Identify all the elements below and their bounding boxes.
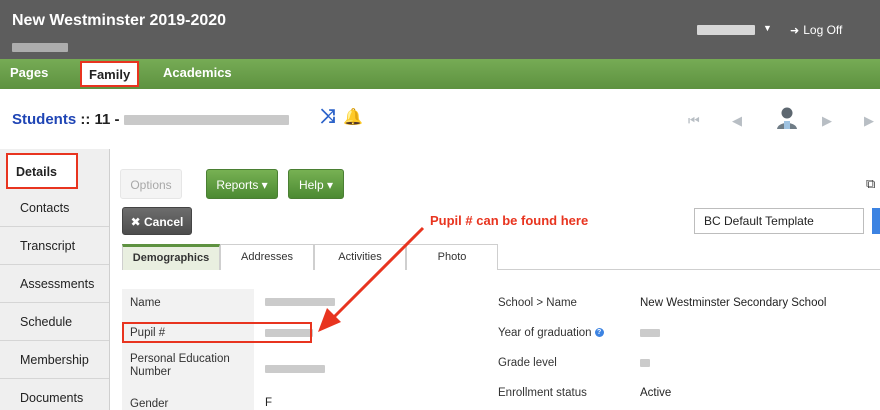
- side-item-schedule[interactable]: Schedule: [0, 303, 109, 341]
- account-menu[interactable]: [697, 25, 755, 35]
- app-title: New Westminster 2019-2020: [12, 12, 227, 29]
- first-record-icon[interactable]: ⏮: [688, 113, 700, 129]
- side-item-details[interactable]: Details: [6, 153, 78, 189]
- grade-level-label: Grade level: [498, 357, 557, 369]
- side-item-transcript[interactable]: Transcript: [0, 227, 109, 265]
- template-select-button[interactable]: [872, 208, 880, 234]
- gender-value: F: [265, 397, 273, 409]
- subtab-bar: Demographics Addresses Activities Photo: [122, 244, 880, 270]
- logoff-icon: ➜: [790, 25, 800, 37]
- top-tab-bar: Pages Family Academics: [0, 59, 880, 89]
- name-label: Name: [130, 297, 161, 309]
- template-select[interactable]: BC Default Template: [694, 208, 864, 234]
- reports-button[interactable]: Reports ▾: [206, 169, 278, 199]
- bell-icon[interactable]: 🔔: [343, 107, 363, 127]
- pen-label: Personal Education Number: [130, 353, 230, 378]
- subtab-demographics[interactable]: Demographics: [122, 244, 220, 270]
- last-record-icon[interactable]: ▶: [864, 113, 874, 129]
- gender-label: Gender: [130, 398, 169, 410]
- help-button[interactable]: Help ▾: [288, 169, 344, 199]
- person-icon[interactable]: [776, 106, 798, 130]
- year-of-graduation-label-text: Year of graduation: [498, 327, 592, 339]
- next-record-icon[interactable]: ▶: [822, 113, 832, 129]
- user-name-redacted: [12, 43, 68, 52]
- side-item-contacts[interactable]: Contacts: [0, 189, 109, 227]
- main-content: Options Reports ▾ Help ▾ ⧉ ✖ Cancel Pupi…: [110, 149, 880, 410]
- grade-level-value-redacted: [640, 359, 650, 367]
- side-nav: Details Contacts Transcript Assessments …: [0, 149, 110, 410]
- enrollment-status-value: Active: [640, 387, 672, 399]
- subtab-photo[interactable]: Photo: [406, 244, 498, 270]
- page-title: Students :: 11 -: [12, 111, 289, 128]
- logoff-label: Log Off: [803, 23, 843, 37]
- page-title-row: Students :: 11 - ⤨ 🔔 ⏮ ◀ ▶ ▶: [0, 89, 880, 149]
- tab-pages[interactable]: Pages: [10, 65, 48, 80]
- pop-out-icon[interactable]: ⧉: [866, 176, 875, 192]
- cancel-button[interactable]: ✖ Cancel: [122, 207, 192, 235]
- title-separator: :: 11 -: [76, 111, 120, 128]
- chevron-down-icon[interactable]: ▼: [763, 23, 772, 33]
- side-item-documents[interactable]: Documents: [0, 379, 109, 410]
- info-icon[interactable]: ?: [594, 328, 604, 338]
- student-name-redacted: [123, 115, 289, 126]
- school-name-label: School > Name: [498, 297, 577, 309]
- students-link[interactable]: Students: [12, 111, 76, 128]
- year-of-graduation-label: Year of graduation?: [498, 327, 604, 339]
- tab-family[interactable]: Family: [80, 61, 140, 87]
- side-item-assessments[interactable]: Assessments: [0, 265, 109, 303]
- pen-value-redacted: [265, 365, 325, 373]
- logoff-link[interactable]: ➜ Log Off: [790, 23, 842, 37]
- subtab-addresses[interactable]: Addresses: [220, 244, 314, 270]
- name-value-redacted: [265, 298, 335, 306]
- shuffle-icon[interactable]: ⤨: [320, 106, 335, 128]
- options-button[interactable]: Options: [120, 169, 182, 199]
- tab-academics[interactable]: Academics: [163, 65, 232, 80]
- previous-record-icon[interactable]: ◀: [732, 113, 742, 129]
- school-name-value: New Westminster Secondary School: [640, 297, 827, 309]
- side-item-membership[interactable]: Membership: [0, 341, 109, 379]
- app-window: New Westminster 2019-2020 ▼ ➜ Log Off Pag…: [0, 0, 880, 410]
- pupil-number-highlight: [122, 322, 312, 343]
- year-of-graduation-value-redacted: [640, 329, 660, 337]
- annotation-callout: Pupil # can be found here: [430, 213, 589, 228]
- enrollment-status-label: Enrollment status: [498, 387, 587, 399]
- subtab-activities[interactable]: Activities: [314, 244, 406, 270]
- header-bar: New Westminster 2019-2020 ▼ ➜ Log Off: [0, 0, 880, 59]
